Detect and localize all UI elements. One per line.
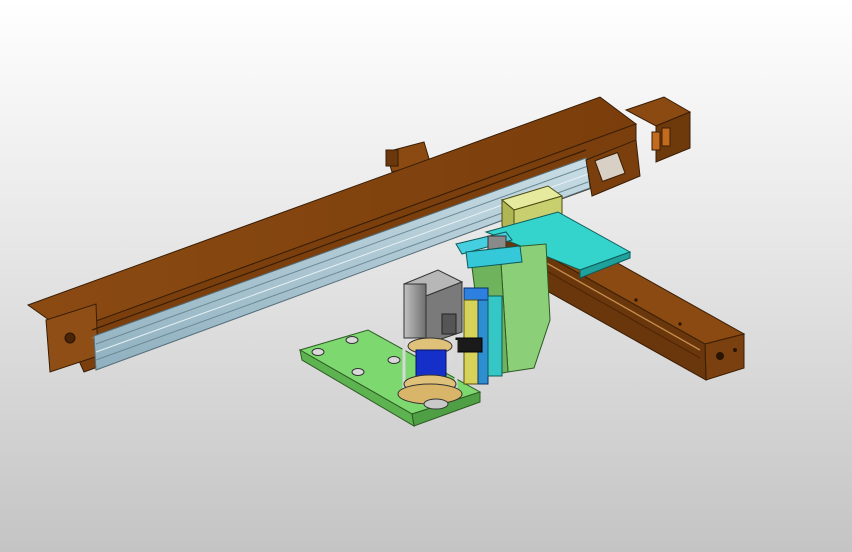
cad-viewport[interactable]: [0, 0, 852, 552]
pneumatic-cylinder[interactable]: [463, 287, 503, 385]
assembly-model[interactable]: [0, 0, 852, 552]
mounting-plate[interactable]: [298, 329, 482, 427]
